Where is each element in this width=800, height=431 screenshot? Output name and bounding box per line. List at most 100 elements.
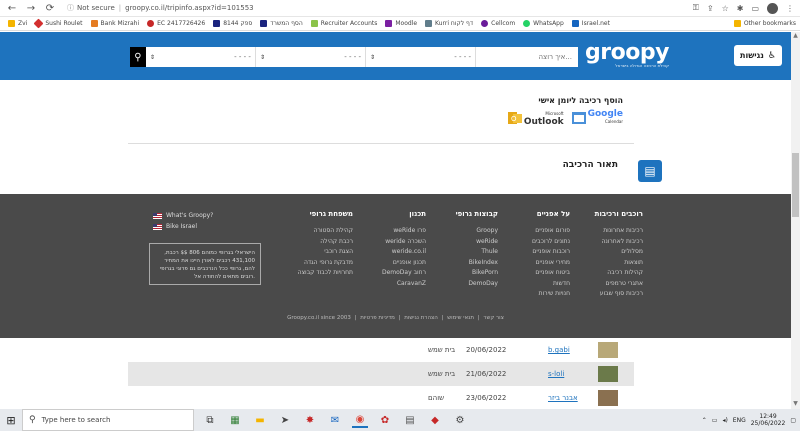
outlook-button[interactable]: O Microsoft Outlook — [507, 110, 564, 127]
bookmark-item[interactable]: Recruiter Accounts — [310, 20, 377, 27]
footer-link[interactable]: רכיבות לאחרונה — [595, 237, 643, 248]
footer-link[interactable]: חנויות שירות — [532, 289, 570, 300]
back-icon[interactable]: ← — [5, 1, 19, 15]
footer-link[interactable]: תחרויות לכבוד קבוצה — [298, 268, 353, 279]
app-star-icon[interactable]: ✸ — [302, 412, 318, 428]
sidebar-icon[interactable]: ▭ — [751, 4, 759, 13]
groopy-logo[interactable]: groopy קהילת הרכיבה הגדולה בישראל — [585, 40, 669, 68]
bookmark-item[interactable]: Bank Mizrahi — [90, 20, 139, 27]
footer-link[interactable]: מדבקת גרופי הגדה — [298, 258, 353, 269]
footer-link[interactable]: מסלולים — [595, 247, 643, 258]
key-icon[interactable]: ⚿ — [693, 3, 699, 13]
task-view-icon[interactable]: ⧉ — [202, 412, 218, 428]
footer-link[interactable]: הצגת רוכבי — [298, 247, 353, 258]
menu-icon[interactable]: ⋮ — [786, 4, 794, 13]
search-select-2[interactable]: ⇕ - - - - — [256, 47, 366, 67]
row-user-link[interactable]: b.gabi — [548, 346, 570, 354]
tray-chevron-icon[interactable]: ⌃ — [702, 417, 707, 424]
footer-link[interactable]: DemoDay — [456, 279, 498, 290]
footer-link[interactable]: weride.co.il — [382, 247, 426, 258]
footer-link[interactable]: פורום אופניים — [532, 226, 570, 237]
search-select-1[interactable]: ⇕ - - - - — [366, 47, 476, 67]
footer-link[interactable]: weRide — [456, 237, 498, 248]
language-indicator[interactable]: ENG — [733, 417, 746, 424]
user-avatar[interactable] — [598, 366, 618, 382]
user-avatar[interactable] — [598, 390, 618, 406]
forward-icon[interactable]: → — [24, 1, 38, 15]
footer-link[interactable]: תוצאות — [595, 258, 643, 269]
outlook-taskbar-icon[interactable]: ✉ — [327, 412, 343, 428]
search-input[interactable] — [476, 47, 578, 67]
scroll-up-icon[interactable]: ▲ — [791, 32, 800, 41]
footer-link[interactable]: אתגרי טרמפים — [595, 279, 644, 290]
share-icon[interactable]: ⇪ — [707, 4, 714, 13]
calculator-icon[interactable]: ▤ — [402, 412, 418, 428]
user-avatar[interactable] — [598, 342, 618, 358]
footer-bottom-link[interactable]: תנאי שימוש — [447, 315, 474, 321]
footer-link[interactable]: CaravanZ — [382, 279, 426, 290]
row-user-link[interactable]: s-loli — [548, 370, 564, 378]
footer-link[interactable]: weRide פרו — [382, 226, 426, 237]
bookmark-item[interactable]: Zvi — [8, 20, 27, 27]
bookmark-item[interactable]: Cellcom — [481, 20, 515, 27]
network-icon[interactable]: ▭ — [712, 417, 718, 424]
bookmark-item[interactable]: Kurri דף לקוח — [425, 20, 473, 27]
bookmark-item[interactable]: Sushi Roulet — [33, 18, 83, 29]
footer-link[interactable]: רכיבות אחרונות — [595, 226, 643, 237]
bookmark-item[interactable]: Moodle — [385, 20, 417, 27]
acrobat-icon[interactable]: ◆ — [427, 412, 443, 428]
clock[interactable]: 12:49 25/06/2022 — [751, 413, 786, 427]
footer-link[interactable]: מחירי אופניים — [532, 258, 570, 269]
search-icon[interactable]: ⚲ — [130, 47, 146, 67]
other-bookmarks[interactable]: Other bookmarks — [733, 20, 796, 27]
volume-icon[interactable]: ◂) — [722, 417, 727, 424]
footer-bottom-link[interactable]: צור קשר — [483, 315, 504, 321]
app-arrow-icon[interactable]: ➤ — [277, 412, 293, 428]
footer-bottom-link[interactable]: הצהרת נגישות — [404, 315, 438, 321]
address-bar[interactable]: ⓘ Not secure | groopy.co.il/tripinfo.asp… — [67, 2, 627, 15]
taskbar-search[interactable]: ⚲ Type here to search — [22, 409, 194, 431]
footer-link[interactable]: רוכבות אופניים — [532, 247, 570, 258]
bookmark-item[interactable]: הסף המשרד — [260, 20, 303, 27]
row-user-link[interactable]: אבנר ביזר — [548, 394, 578, 402]
app-flower-icon[interactable]: ✿ — [377, 412, 393, 428]
footer-link[interactable]: Thule — [456, 247, 498, 258]
search-select-3[interactable]: ⇕ - - - - — [146, 47, 256, 67]
footer-link[interactable]: קהילות רכיבה — [595, 268, 643, 279]
footer-link[interactable]: קהילת הסטורה — [298, 226, 353, 237]
windows-start-icon[interactable]: ⊞ — [0, 409, 22, 431]
reload-icon[interactable]: ⟳ — [43, 1, 57, 15]
bookmark-item[interactable]: 8144 ספק — [213, 20, 252, 27]
accessibility-button[interactable]: נגישות ♿ — [734, 45, 782, 66]
chrome-icon[interactable]: ◉ — [352, 412, 368, 428]
footer-link[interactable]: חדשות — [532, 279, 570, 290]
whats-groopy-link[interactable]: What's Groopy? — [153, 210, 213, 221]
footer-link[interactable]: נתונים לרוכבים — [532, 237, 570, 248]
footer-link[interactable]: Groopy — [456, 226, 498, 237]
excel-icon[interactable]: ▦ — [227, 412, 243, 428]
footer-link[interactable]: רכיבות סוף שבוע — [595, 289, 643, 300]
bookmark-item[interactable]: EC 2417726426 — [147, 20, 205, 27]
bookmark-item[interactable]: WhatsApp — [523, 20, 564, 27]
page-scrollbar[interactable]: ▲ ▼ — [791, 32, 800, 409]
footer-link[interactable]: ביטוח אופניים — [532, 268, 570, 279]
bookmark-item[interactable]: Israel.net — [571, 20, 610, 27]
footer-bottom-link[interactable]: מדיניות פרטיות — [360, 315, 395, 321]
footer-link[interactable]: תכנון אופניים — [382, 258, 426, 269]
file-explorer-icon[interactable]: ▬ — [252, 412, 268, 428]
settings-icon[interactable]: ⚙ — [452, 412, 468, 428]
google-calendar-button[interactable]: Google Calendar — [571, 110, 623, 126]
footer-link[interactable]: weride השכרה — [382, 237, 426, 248]
star-icon[interactable]: ☆ — [722, 4, 729, 13]
extensions-icon[interactable]: ✱ — [737, 4, 744, 13]
profile-avatar[interactable] — [767, 2, 778, 14]
scroll-down-icon[interactable]: ▼ — [791, 400, 800, 409]
bike-israel-link[interactable]: Bike Israel — [153, 221, 213, 232]
footer-link[interactable]: BikeIndex — [456, 258, 498, 269]
info-icon[interactable]: ⓘ — [67, 3, 74, 13]
notifications-icon[interactable]: ▢ — [790, 417, 796, 424]
footer-link[interactable]: רכבת קהילה — [298, 237, 353, 248]
footer-link[interactable]: DemoDay רחוב — [382, 268, 426, 279]
scroll-thumb[interactable] — [792, 153, 799, 217]
footer-link[interactable]: BikePorn — [456, 268, 498, 279]
